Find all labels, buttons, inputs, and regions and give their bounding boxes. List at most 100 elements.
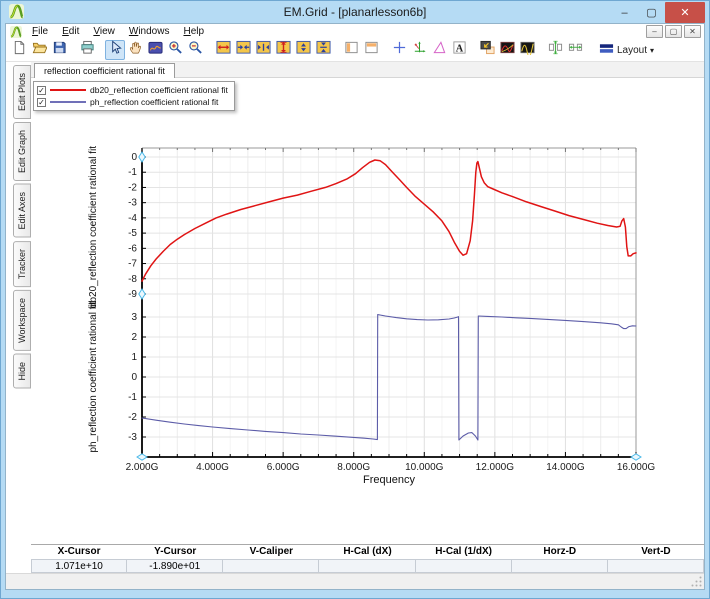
sidebar-tab-hide[interactable]: Hide [13, 353, 31, 389]
menu-item-windows[interactable]: Windows [122, 25, 177, 38]
status-value [319, 559, 416, 573]
svg-text:ph_reflection coefficient rati: ph_reflection coefficient rational fit [88, 301, 99, 452]
open-folder-button[interactable] [29, 40, 49, 60]
print-button[interactable] [77, 40, 97, 60]
zoom-in-button[interactable] [165, 40, 185, 60]
sidebar-tab-workspace[interactable]: Workspace [13, 289, 31, 351]
svg-text:-9: -9 [128, 289, 137, 300]
client-area: File Edit View Windows Help – ▢ ✕ A Layout ▾ Edi… [5, 23, 705, 590]
save-button[interactable] [49, 40, 69, 60]
status-value: 1.071e+10 [31, 559, 128, 573]
x-expand-button[interactable] [213, 40, 233, 60]
status-value-row: 1.071e+10 -1.890e+01 [31, 559, 704, 573]
app-window: EM.Grid - [planarlesson6b] – ▢ ✕ File Edi… [0, 0, 710, 599]
y-fit-button[interactable] [313, 40, 333, 60]
legend-line-sample-icon [50, 89, 86, 91]
legend-checkbox[interactable]: ✓ [37, 97, 46, 107]
y-shrink-button[interactable] [293, 40, 313, 60]
svg-text:10.000G: 10.000G [405, 462, 444, 473]
legend-label: db20_reflection coefficient rational fit [90, 85, 228, 95]
document-logo-icon [10, 25, 22, 38]
plot-area[interactable]: 2.000G 4.000G 6.000G 8.000G 10.000G 12.000G 14… [31, 78, 704, 544]
menu-item-file[interactable]: File [25, 25, 55, 38]
y-shrink-icon [295, 40, 311, 60]
resize-grip-icon[interactable] [690, 575, 703, 588]
legend-checkbox[interactable]: ✓ [37, 85, 46, 95]
graph-style-1-button[interactable] [497, 40, 517, 60]
pan-hand-icon [128, 40, 143, 60]
status-value [607, 559, 704, 573]
new-graph-button[interactable] [477, 40, 497, 60]
x-shrink-button[interactable] [233, 40, 253, 60]
fit-height-button[interactable] [545, 40, 565, 60]
status-col-x-cursor: X-Cursor [57, 546, 101, 557]
title-bar[interactable]: EM.Grid - [planarlesson6b] – ▢ ✕ [5, 2, 705, 23]
zoom-out-icon [188, 40, 203, 60]
fit-height-icon [548, 40, 563, 60]
chart-canvas[interactable]: 2.000G 4.000G 6.000G 8.000G 10.000G 12.000G 14… [31, 78, 704, 544]
text-annotation-icon: A [452, 40, 467, 60]
zoom-out-button[interactable] [185, 40, 205, 60]
x-expand-icon [215, 40, 231, 60]
graph-style-2-icon [519, 40, 535, 60]
text-annotation-button[interactable]: A [449, 40, 469, 60]
open-folder-icon [32, 40, 48, 60]
split-horizontal-button[interactable] [361, 40, 381, 60]
minimize-button[interactable]: – [611, 2, 638, 23]
svg-text:4.000G: 4.000G [196, 462, 229, 473]
svg-text:1: 1 [131, 352, 137, 363]
mdi-restore-button[interactable]: ▢ [665, 25, 682, 38]
graph-style-2-button[interactable] [517, 40, 537, 60]
select-arrow-button[interactable] [105, 40, 125, 60]
print-icon [80, 40, 95, 60]
caliper-button[interactable] [429, 40, 449, 60]
legend-label: ph_reflection coefficient rational fit [90, 97, 219, 107]
svg-text:2.000G: 2.000G [126, 462, 159, 473]
menu-item-help[interactable]: Help [176, 25, 211, 38]
svg-text:3: 3 [131, 312, 137, 323]
pan-hand-button[interactable] [125, 40, 145, 60]
menu-item-view[interactable]: View [86, 25, 122, 38]
svg-text:-2: -2 [128, 412, 137, 423]
y-expand-button[interactable] [273, 40, 293, 60]
sidebar-tab-edit-axes[interactable]: Edit Axes [13, 184, 31, 238]
fit-width-button[interactable] [565, 40, 585, 60]
tracker-button[interactable] [409, 40, 429, 60]
svg-text:Frequency: Frequency [363, 474, 415, 486]
sidebar-tab-tracker[interactable]: Tracker [13, 240, 31, 287]
close-button[interactable]: ✕ [665, 2, 705, 23]
tab-reflection-coefficient[interactable]: reflection coefficient rational fit [34, 63, 175, 78]
menu-item-edit[interactable]: Edit [55, 25, 86, 38]
mdi-close-button[interactable]: ✕ [684, 25, 701, 38]
split-horizontal-icon [364, 40, 379, 60]
svg-text:-1: -1 [128, 392, 137, 403]
status-value [223, 559, 320, 573]
split-vertical-button[interactable] [341, 40, 361, 60]
layout-button-label: Layout [617, 44, 648, 56]
zoom-in-icon [168, 40, 183, 60]
graph-style-1-icon [499, 40, 515, 60]
sidebar-tab-edit-graph[interactable]: Edit Graph [13, 122, 31, 182]
crosshair-button[interactable] [389, 40, 409, 60]
toolbar-separator [537, 40, 545, 60]
caliper-icon [432, 40, 447, 60]
maximize-button[interactable]: ▢ [638, 2, 665, 23]
toolbar-separator [333, 40, 341, 60]
layout-button[interactable]: Layout ▾ [593, 40, 660, 60]
status-col-horz-d: Horz-D [543, 546, 577, 557]
y-fit-icon [315, 40, 331, 60]
status-value: -1.890e+01 [127, 559, 224, 573]
new-document-button[interactable] [9, 40, 29, 60]
toolbar-separator [205, 40, 213, 60]
sidebar-tab-edit-plots[interactable]: Edit Plots [13, 65, 31, 120]
toolbar-separator [585, 40, 593, 60]
workspace: Edit Plots Edit Graph Edit Axes Tracker Work… [6, 62, 704, 544]
status-col-h-cal-1-dx-: H-Cal (1/dX) [435, 546, 492, 557]
x-fit-button[interactable] [253, 40, 273, 60]
svg-text:-6: -6 [128, 243, 137, 254]
mdi-minimize-button[interactable]: – [646, 25, 663, 38]
zoom-window-button[interactable] [145, 40, 165, 60]
layout-icon [599, 41, 614, 59]
split-vertical-icon [344, 40, 359, 60]
zoom-window-icon [147, 40, 163, 60]
